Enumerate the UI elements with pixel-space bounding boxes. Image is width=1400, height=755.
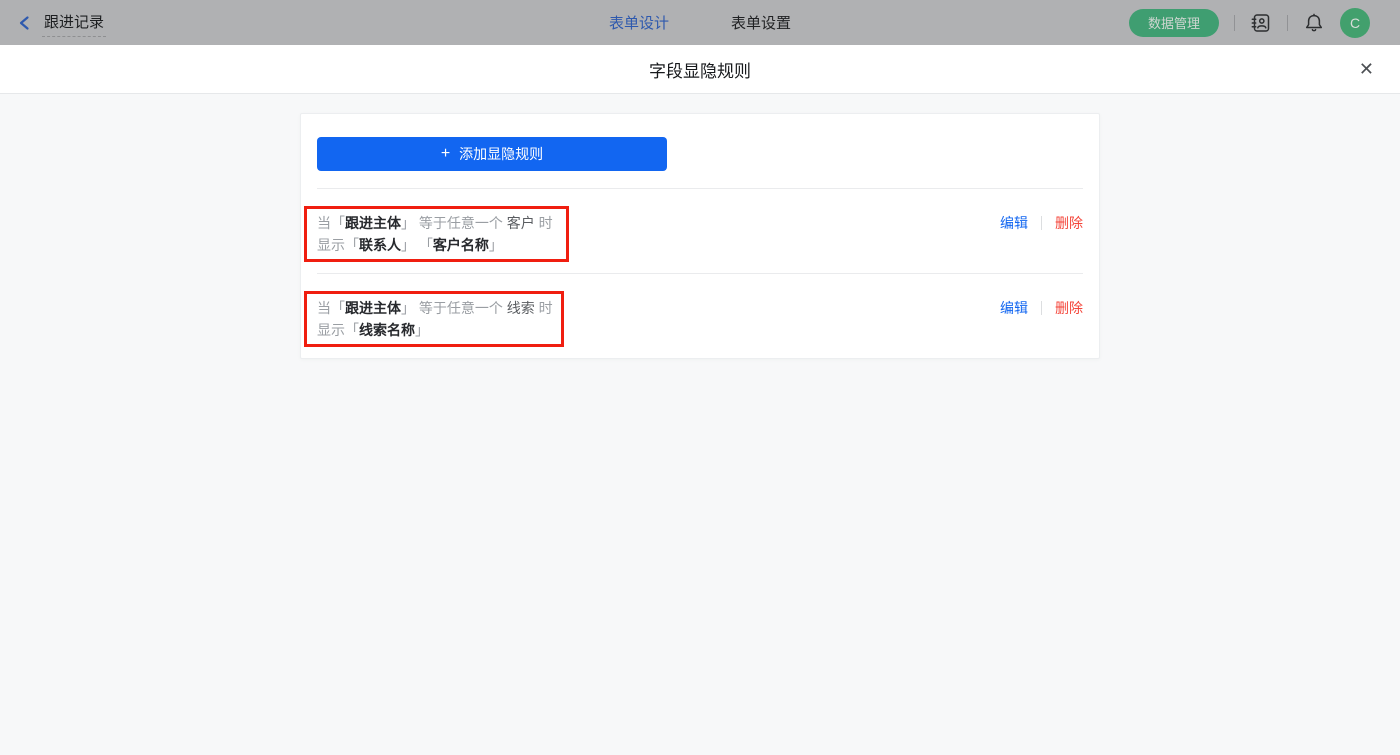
action-divider <box>1041 301 1042 315</box>
edit-button[interactable]: 编辑 <box>1000 213 1028 233</box>
tab-form-design[interactable]: 表单设计 <box>609 12 669 33</box>
rule-condition-line: 当「跟进主体」 等于任意一个 线索 时 <box>317 297 553 319</box>
modal-title: 字段显隐规则 <box>649 61 751 81</box>
add-rule-label: 添加显隐规则 <box>459 146 544 162</box>
rule-action: 显示 <box>317 322 345 338</box>
rule-condition-field: 跟进主体 <box>345 300 401 316</box>
edit-button[interactable]: 编辑 <box>1000 298 1028 318</box>
plus-icon: + <box>440 145 451 162</box>
rule-operator: 等于任意一个 <box>418 300 503 316</box>
bracket: 」 <box>401 300 415 316</box>
action-divider <box>1041 216 1042 230</box>
rules-card: + 添加显隐规则 当「跟进主体」 等于任意一个 客户 时 显示「联系人」 「客户… <box>300 113 1100 359</box>
rule-text: 当「跟进主体」 等于任意一个 线索 时 显示「线索名称」 <box>317 297 553 341</box>
bracket: 「 <box>345 322 359 338</box>
rule-action-line: 显示「线索名称」 <box>317 319 553 341</box>
user-avatar[interactable]: C <box>1340 7 1370 38</box>
bracket: 」 <box>401 215 415 231</box>
bracket: 「 <box>418 237 433 253</box>
rule-when: 当 <box>317 215 331 231</box>
topbar-tabs: 表单设计 表单设置 <box>609 0 791 45</box>
delete-button[interactable]: 删除 <box>1055 298 1083 318</box>
rule-value: 线索 <box>506 300 535 316</box>
delete-button[interactable]: 删除 <box>1055 213 1083 233</box>
rule-condition-line: 当「跟进主体」 等于任意一个 客户 时 <box>317 212 553 234</box>
rule-value: 客户 <box>506 215 535 231</box>
card-top: + 添加显隐规则 <box>301 114 1099 188</box>
chevron-left-icon <box>16 14 34 32</box>
rule-suffix: 时 <box>538 215 553 231</box>
add-rule-button[interactable]: + 添加显隐规则 <box>317 137 667 171</box>
notification-bell-icon[interactable] <box>1303 12 1325 34</box>
bracket: 「 <box>345 237 359 253</box>
rule-action: 显示 <box>317 237 345 253</box>
bracket: 」 <box>415 322 429 338</box>
rule-action-line: 显示「联系人」 「客户名称」 <box>317 234 553 256</box>
topbar-divider <box>1287 14 1288 31</box>
bracket: 「 <box>331 300 345 316</box>
rule-when: 当 <box>317 300 331 316</box>
rule-actions: 编辑 删除 <box>1000 297 1083 318</box>
topbar: 跟进记录 表单设计 表单设置 数据管理 C <box>0 0 1400 45</box>
tab-form-settings[interactable]: 表单设置 <box>731 12 791 33</box>
rule-operator: 等于任意一个 <box>418 215 503 231</box>
data-manage-button[interactable]: 数据管理 <box>1128 8 1219 37</box>
rule-text: 当「跟进主体」 等于任意一个 客户 时 显示「联系人」 「客户名称」 <box>317 212 553 256</box>
bracket: 」 <box>401 237 415 253</box>
rule-show-field: 联系人 <box>359 237 401 253</box>
rule-condition-field: 跟进主体 <box>345 215 401 231</box>
rule-actions: 编辑 删除 <box>1000 212 1083 233</box>
form-name-label[interactable]: 跟进记录 <box>42 9 107 37</box>
back-button[interactable] <box>16 14 34 32</box>
rule-row: 当「跟进主体」 等于任意一个 客户 时 显示「联系人」 「客户名称」 编辑 删除 <box>304 188 1083 273</box>
topbar-left: 跟进记录 <box>0 0 107 45</box>
rule-show-field: 客户名称 <box>432 237 489 253</box>
topbar-right: 数据管理 C <box>1128 0 1370 45</box>
rule-show-field: 线索名称 <box>359 322 415 338</box>
modal-header: 字段显隐规则 ✕ <box>0 45 1400 94</box>
close-icon[interactable]: ✕ <box>1359 60 1374 78</box>
rule-suffix: 时 <box>538 300 553 316</box>
bracket: 」 <box>488 237 503 253</box>
modal-body: + 添加显隐规则 当「跟进主体」 等于任意一个 客户 时 显示「联系人」 「客户… <box>0 95 1400 755</box>
bracket: 「 <box>331 215 345 231</box>
topbar-divider <box>1234 14 1235 31</box>
address-book-icon[interactable] <box>1250 12 1272 34</box>
rule-row: 当「跟进主体」 等于任意一个 线索 时 显示「线索名称」 编辑 删除 <box>304 273 1083 358</box>
